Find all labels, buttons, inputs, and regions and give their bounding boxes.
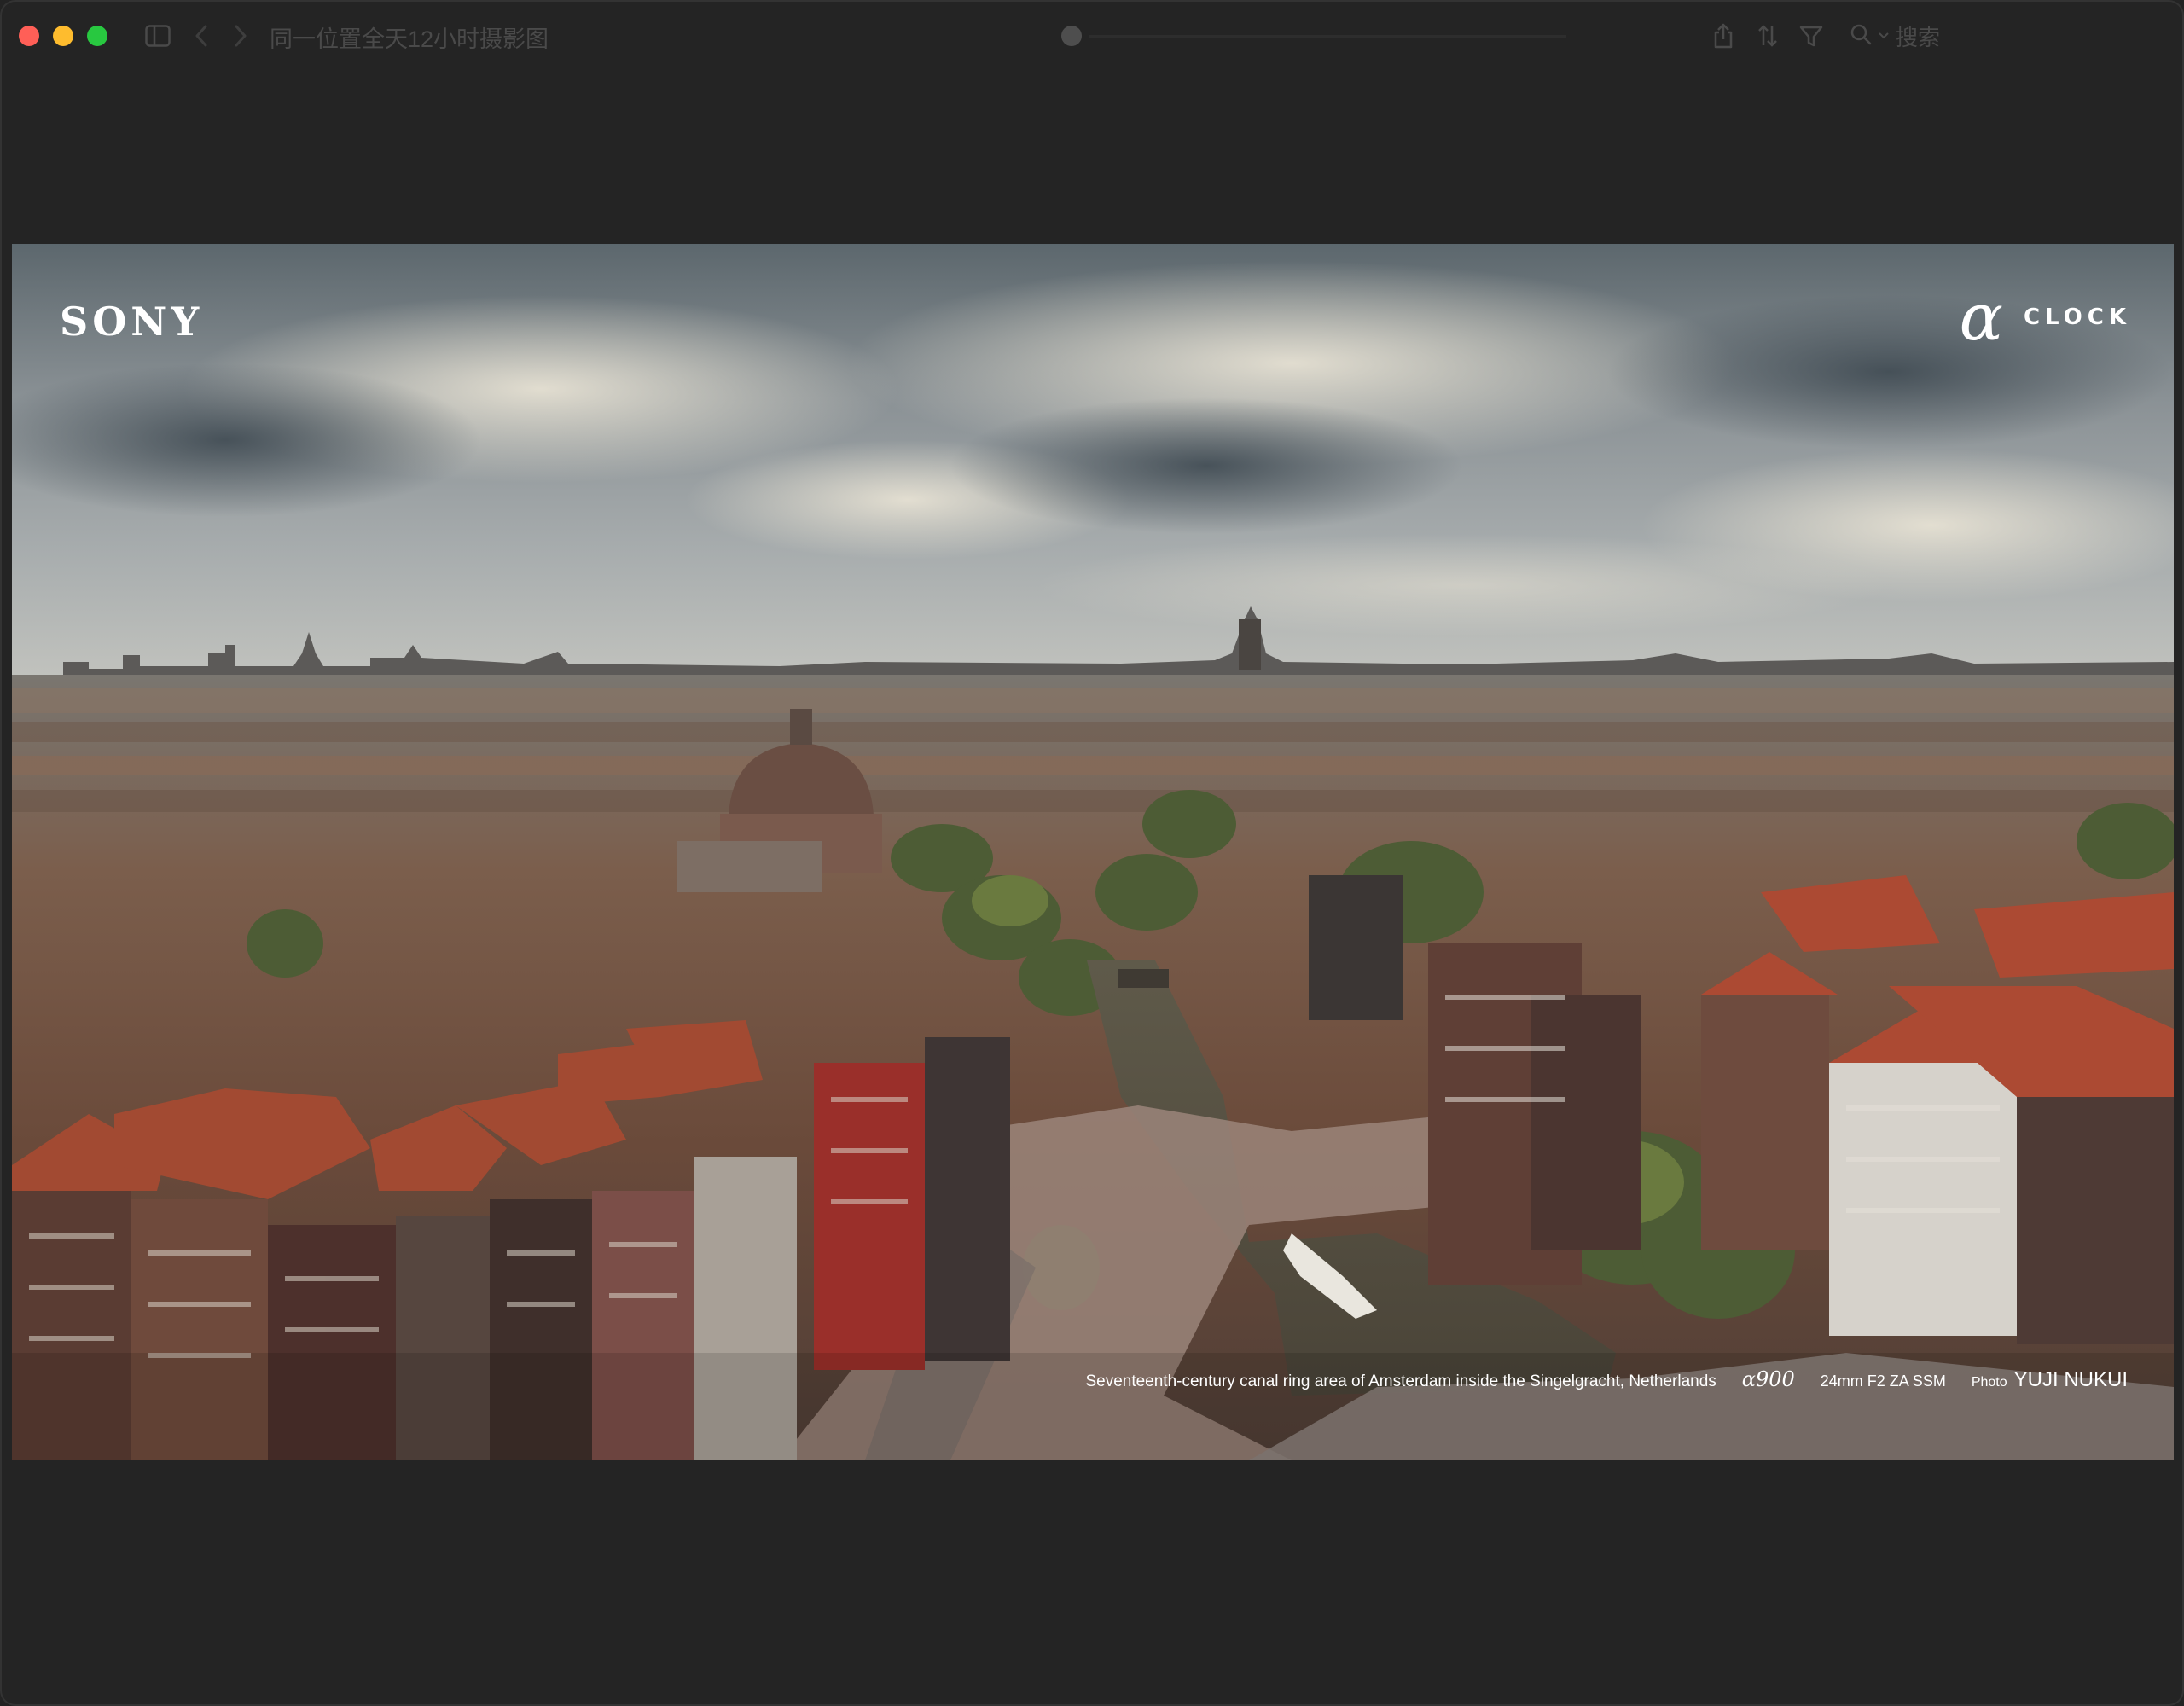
window-title: 同一位置全天12小时摄影图 xyxy=(270,26,549,52)
caption-photo-label: Photo xyxy=(1971,1375,2007,1390)
sony-logo: SONY xyxy=(60,299,204,345)
sidebar-toggle-icon[interactable] xyxy=(143,22,172,49)
back-icon[interactable] xyxy=(191,22,212,49)
forward-icon[interactable] xyxy=(230,22,251,49)
app-window: 同一位置全天12小时摄影图 搜索 SONY α CLOCK Seventeent… xyxy=(0,0,2184,1706)
chevron-down-icon xyxy=(1879,28,1889,44)
caption-description: Seventeenth-century canal ring area of A… xyxy=(1085,1372,1716,1390)
caption-lens: 24mm F2 ZA SSM xyxy=(1820,1372,1946,1390)
search-field[interactable]: 搜索 xyxy=(1850,20,1940,51)
filter-icon[interactable] xyxy=(1797,22,1826,49)
search-label: 搜索 xyxy=(1896,24,1941,50)
playback-progress-track[interactable] xyxy=(1089,35,1566,38)
alpha-symbol: α xyxy=(1959,279,2003,355)
minimize-window-button[interactable] xyxy=(53,26,73,46)
amsterdam-aerial-image xyxy=(12,244,2174,1460)
search-icon xyxy=(1850,23,1872,49)
caption-camera-model: α900 xyxy=(1741,1367,1795,1391)
wallpaper-photo: SONY α CLOCK Seventeenth-century canal r… xyxy=(12,244,2174,1460)
photo-caption: Seventeenth-century canal ring area of A… xyxy=(1085,1367,2128,1392)
close-window-button[interactable] xyxy=(19,26,39,46)
title-bar: 同一位置全天12小时摄影图 搜索 xyxy=(0,0,2184,72)
maximize-window-button[interactable] xyxy=(87,26,107,46)
church-tower xyxy=(1239,619,1261,670)
share-icon[interactable] xyxy=(1710,22,1737,49)
caption-credit: Photo YUJI NUKUI xyxy=(1972,1368,2128,1392)
sort-icon[interactable] xyxy=(1754,22,1781,49)
alpha-clock-logo: α CLOCK xyxy=(1959,279,2131,355)
clock-label: CLOCK xyxy=(2023,305,2131,330)
caption-photographer: YUJI NUKUI xyxy=(2013,1368,2128,1391)
playback-progress-knob[interactable] xyxy=(1061,26,1082,46)
